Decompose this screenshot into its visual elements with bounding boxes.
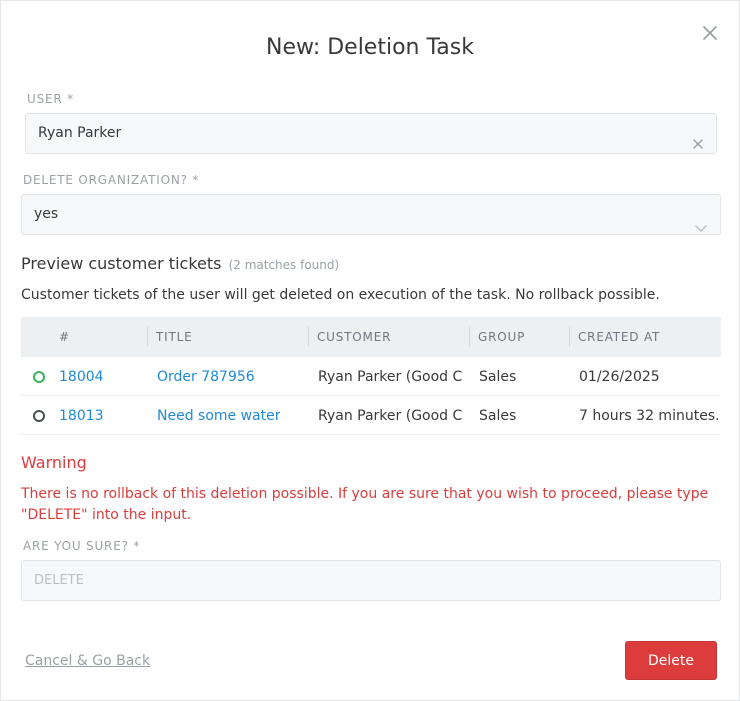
ticket-created: 7 hours 32 minutes... xyxy=(579,408,721,424)
column-divider xyxy=(569,327,570,347)
column-header-number[interactable]: # xyxy=(59,317,70,357)
preview-heading: Preview customer tickets (2 matches foun… xyxy=(21,254,339,275)
clear-icon[interactable] xyxy=(692,127,704,149)
tickets-table: # TITLE CUSTOMER GROUP CREATED AT 18004 … xyxy=(21,317,721,435)
ticket-title-link[interactable]: Need some water xyxy=(157,396,280,435)
user-field[interactable]: Ryan Parker xyxy=(25,113,717,154)
column-header-title[interactable]: TITLE xyxy=(156,317,192,357)
table-row[interactable]: 18013 Need some water Ryan Parker (Good … xyxy=(21,396,721,435)
column-header-customer[interactable]: CUSTOMER xyxy=(317,317,391,357)
deletion-task-modal: New: Deletion Task USER * Ryan Parker DE… xyxy=(0,0,740,701)
column-divider xyxy=(469,327,470,347)
user-field-value: Ryan Parker xyxy=(38,125,122,141)
table-header: # TITLE CUSTOMER GROUP CREATED AT xyxy=(21,317,721,357)
ticket-number-link[interactable]: 18013 xyxy=(59,396,104,435)
modal-title: New: Deletion Task xyxy=(266,35,474,60)
preview-description: Customer tickets of the user will get de… xyxy=(21,287,660,303)
org-field-label: DELETE ORGANIZATION? * xyxy=(23,173,200,187)
warning-text: There is no rollback of this deletion po… xyxy=(21,486,709,523)
ticket-group: Sales xyxy=(479,369,517,385)
status-open-icon xyxy=(33,371,45,383)
preview-count: (2 matches found) xyxy=(228,258,340,272)
chevron-down-icon xyxy=(695,210,707,232)
column-header-group[interactable]: GROUP xyxy=(478,317,525,357)
ticket-title-link[interactable]: Order 787956 xyxy=(157,357,255,396)
close-icon[interactable] xyxy=(701,24,719,42)
delete-button[interactable]: Delete xyxy=(625,641,717,680)
ticket-customer: Ryan Parker (Good C... xyxy=(318,408,463,424)
ticket-group: Sales xyxy=(479,408,517,424)
cancel-link[interactable]: Cancel & Go Back xyxy=(25,652,150,670)
warning-title: Warning xyxy=(21,453,87,472)
column-divider xyxy=(147,327,148,347)
ticket-customer: Ryan Parker (Good C... xyxy=(318,369,463,385)
confirm-field-label: ARE YOU SURE? * xyxy=(23,539,141,553)
table-row[interactable]: 18004 Order 787956 Ryan Parker (Good C..… xyxy=(21,357,721,396)
preview-title: Preview customer tickets xyxy=(21,254,222,273)
confirm-delete-input[interactable] xyxy=(21,560,721,601)
column-divider xyxy=(308,327,309,347)
user-field-label: USER * xyxy=(27,92,74,106)
status-closed-icon xyxy=(33,410,45,422)
column-header-created[interactable]: CREATED AT xyxy=(578,317,660,357)
delete-organization-select[interactable]: yes xyxy=(21,194,721,235)
ticket-created: 01/26/2025 xyxy=(579,369,660,385)
org-field-value: yes xyxy=(34,206,59,222)
ticket-number-link[interactable]: 18004 xyxy=(59,357,104,396)
